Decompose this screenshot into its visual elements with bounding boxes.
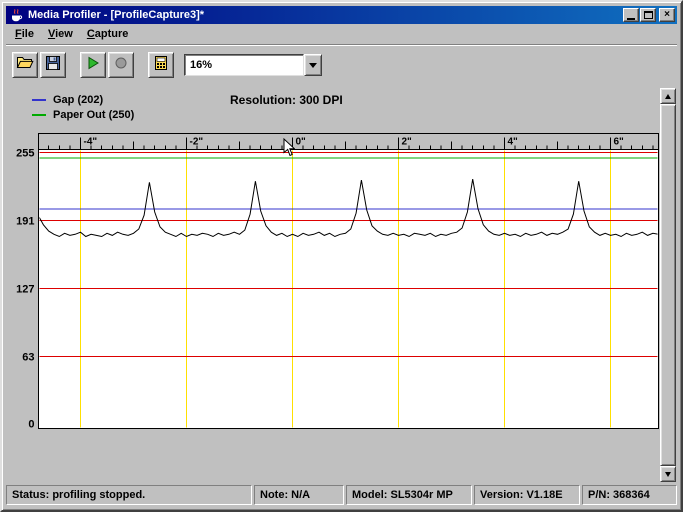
- scroll-down-button[interactable]: [660, 466, 676, 482]
- profile-chart[interactable]: -4" -2" 0" 2" 4" 6" 255 191 127 63 0: [10, 130, 660, 432]
- chart-legend: Gap (202) Paper Out (250): [32, 92, 134, 122]
- y-axis-label: 191: [16, 216, 34, 228]
- resolution-label: Resolution: 300 DPI: [230, 93, 343, 107]
- plot-background: [38, 133, 659, 429]
- y-axis-label: 63: [22, 352, 34, 364]
- open-button[interactable]: [12, 52, 38, 78]
- vertical-scrollbar[interactable]: [660, 88, 676, 482]
- paper-out-label: Paper Out (250): [53, 108, 135, 121]
- minimize-button[interactable]: [623, 8, 639, 22]
- ruler-label: 4": [508, 137, 519, 148]
- ruler-label: 6": [614, 137, 625, 148]
- stop-capture-button[interactable]: [108, 52, 134, 78]
- status-panel-version: Version: V1.18E: [474, 485, 580, 505]
- status-panel-part-number: P/N: 368364: [582, 485, 677, 505]
- zoom-combobox: 16%: [184, 54, 322, 76]
- keypad-icon: [154, 55, 168, 76]
- open-folder-icon: [16, 55, 34, 75]
- ruler-label: 0": [296, 137, 307, 148]
- menu-item-file[interactable]: File: [8, 26, 41, 42]
- floppy-disk-icon: [45, 55, 61, 76]
- ruler-label: 2": [402, 137, 413, 148]
- scrollbar-thumb[interactable]: [660, 104, 676, 466]
- play-icon: [86, 56, 100, 75]
- chart-area[interactable]: -4" -2" 0" 2" 4" 6" 255 191 127 63 0: [10, 130, 660, 432]
- status-panel-status: Status: profiling stopped.: [6, 485, 252, 505]
- scroll-up-button[interactable]: [660, 88, 676, 104]
- up-arrow-icon: [665, 93, 671, 99]
- maximize-box-icon: [643, 11, 653, 19]
- toolbar: 16%: [6, 47, 659, 83]
- record-dot-icon: [114, 56, 128, 75]
- toolbar-separator: [6, 44, 677, 46]
- paper-out-line-swatch: [32, 113, 46, 116]
- menu-item-view[interactable]: View: [41, 26, 80, 42]
- java-coffee-icon: [9, 8, 24, 23]
- media-profiler-window: Media Profiler - [ProfileCapture3]* × Fi…: [0, 0, 683, 512]
- gap-line-swatch: [32, 98, 46, 101]
- gap-label: Gap (202): [53, 93, 104, 106]
- status-panel-note: Note: N/A: [254, 485, 344, 505]
- chevron-down-icon: [309, 62, 317, 68]
- legend-row-gap: Gap (202): [32, 92, 134, 107]
- menubar: File View Capture: [6, 25, 677, 43]
- zoom-value-field[interactable]: 16%: [184, 54, 304, 76]
- minimize-bar-icon: [627, 17, 635, 20]
- menu-item-capture[interactable]: Capture: [80, 26, 136, 42]
- y-axis-label: 0: [28, 419, 34, 431]
- titlebar[interactable]: Media Profiler - [ProfileCapture3]* ×: [6, 6, 677, 24]
- close-icon: ×: [664, 9, 670, 20]
- legend-row-paper-out: Paper Out (250): [32, 107, 134, 122]
- statusbar: Status: profiling stopped. Note: N/A Mod…: [6, 485, 677, 505]
- zoom-dropdown-button[interactable]: [304, 54, 322, 76]
- ruler-label: -4": [84, 137, 98, 148]
- close-button[interactable]: ×: [659, 8, 675, 22]
- maximize-button[interactable]: [640, 8, 656, 22]
- y-axis-label: 255: [16, 148, 34, 160]
- status-panel-model: Model: SL5304r MP: [346, 485, 472, 505]
- counter-button[interactable]: [148, 52, 174, 78]
- start-capture-button[interactable]: [80, 52, 106, 78]
- ruler-label: -2": [190, 137, 204, 148]
- inch-ruler: [38, 133, 659, 150]
- save-button[interactable]: [40, 52, 66, 78]
- window-title: Media Profiler - [ProfileCapture3]*: [28, 9, 205, 21]
- y-axis-label: 127: [16, 284, 34, 296]
- down-arrow-icon: [665, 471, 671, 477]
